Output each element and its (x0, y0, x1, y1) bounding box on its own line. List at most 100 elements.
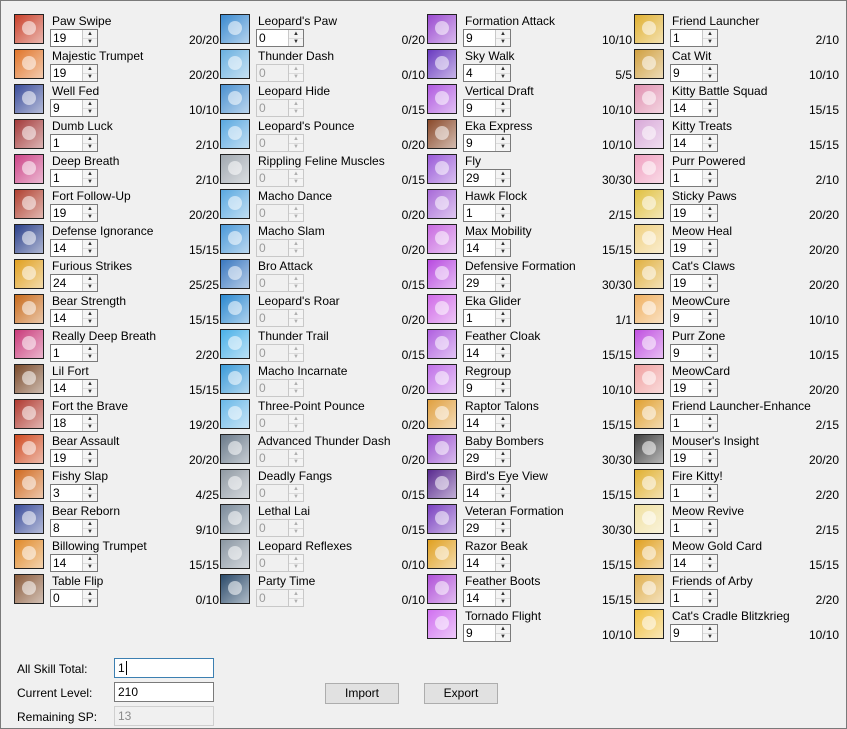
skill-level-stepper[interactable]: 1 ▲ ▼ (670, 414, 718, 432)
skill-level-stepper[interactable]: 3 ▲ ▼ (50, 484, 98, 502)
spin-down-icon[interactable]: ▼ (496, 388, 510, 396)
spin-down-icon[interactable]: ▼ (83, 388, 97, 396)
skill-level-stepper[interactable]: 14 ▲ ▼ (670, 134, 718, 152)
spin-down-icon[interactable]: ▼ (83, 318, 97, 326)
current-level-field[interactable]: 210 (114, 682, 214, 702)
all-skill-total-field[interactable]: 1 (114, 658, 214, 678)
skill-level-stepper[interactable]: 19 ▲ ▼ (50, 29, 98, 47)
skill-level-stepper[interactable]: 14 ▲ ▼ (50, 554, 98, 572)
spin-down-icon[interactable]: ▼ (496, 73, 510, 81)
skill-level-stepper[interactable]: 1 ▲ ▼ (463, 204, 511, 222)
skill-level-stepper[interactable]: 14 ▲ ▼ (50, 239, 98, 257)
skill-level-stepper[interactable]: 4 ▲ ▼ (463, 64, 511, 82)
spin-down-icon[interactable]: ▼ (703, 388, 717, 396)
spin-down-icon[interactable]: ▼ (703, 318, 717, 326)
spin-down-icon[interactable]: ▼ (83, 108, 97, 116)
spin-down-icon[interactable]: ▼ (496, 353, 510, 361)
skill-level-stepper[interactable]: 9 ▲ ▼ (463, 29, 511, 47)
skill-level-stepper[interactable]: 0 ▲ ▼ (256, 29, 304, 47)
skill-level-stepper[interactable]: 14 ▲ ▼ (463, 484, 511, 502)
skill-level-stepper[interactable]: 14 ▲ ▼ (50, 309, 98, 327)
skill-level-stepper[interactable]: 19 ▲ ▼ (50, 64, 98, 82)
skill-level-stepper[interactable]: 0 ▲ ▼ (50, 589, 98, 607)
skill-level-stepper[interactable]: 14 ▲ ▼ (670, 554, 718, 572)
spin-down-icon[interactable]: ▼ (496, 493, 510, 501)
spin-down-icon[interactable]: ▼ (703, 73, 717, 81)
spin-down-icon[interactable]: ▼ (703, 353, 717, 361)
spin-down-icon[interactable]: ▼ (703, 143, 717, 151)
skill-level-stepper[interactable]: 1 ▲ ▼ (50, 134, 98, 152)
spin-down-icon[interactable]: ▼ (496, 178, 510, 186)
spin-down-icon[interactable]: ▼ (83, 493, 97, 501)
skill-level-stepper[interactable]: 9 ▲ ▼ (50, 99, 98, 117)
spin-down-icon[interactable]: ▼ (703, 423, 717, 431)
skill-level-stepper[interactable]: 9 ▲ ▼ (463, 379, 511, 397)
skill-level-stepper[interactable]: 9 ▲ ▼ (670, 344, 718, 362)
spin-down-icon[interactable]: ▼ (83, 353, 97, 361)
spin-down-icon[interactable]: ▼ (496, 213, 510, 221)
spin-down-icon[interactable]: ▼ (703, 108, 717, 116)
skill-level-stepper[interactable]: 1 ▲ ▼ (463, 309, 511, 327)
skill-level-stepper[interactable]: 19 ▲ ▼ (670, 204, 718, 222)
skill-level-stepper[interactable]: 29 ▲ ▼ (463, 519, 511, 537)
spin-down-icon[interactable]: ▼ (496, 143, 510, 151)
skill-level-stepper[interactable]: 29 ▲ ▼ (463, 274, 511, 292)
spin-down-icon[interactable]: ▼ (703, 458, 717, 466)
spin-down-icon[interactable]: ▼ (83, 283, 97, 291)
spin-down-icon[interactable]: ▼ (496, 458, 510, 466)
spin-down-icon[interactable]: ▼ (703, 633, 717, 641)
skill-level-stepper[interactable]: 1 ▲ ▼ (670, 589, 718, 607)
skill-level-stepper[interactable]: 14 ▲ ▼ (463, 554, 511, 572)
skill-level-stepper[interactable]: 14 ▲ ▼ (670, 99, 718, 117)
skill-level-stepper[interactable]: 29 ▲ ▼ (463, 449, 511, 467)
spin-down-icon[interactable]: ▼ (496, 633, 510, 641)
spin-down-icon[interactable]: ▼ (496, 598, 510, 606)
skill-level-stepper[interactable]: 1 ▲ ▼ (50, 169, 98, 187)
spin-down-icon[interactable]: ▼ (703, 283, 717, 291)
skill-level-stepper[interactable]: 1 ▲ ▼ (670, 519, 718, 537)
skill-level-stepper[interactable]: 8 ▲ ▼ (50, 519, 98, 537)
spin-down-icon[interactable]: ▼ (496, 248, 510, 256)
skill-level-stepper[interactable]: 19 ▲ ▼ (670, 274, 718, 292)
spin-down-icon[interactable]: ▼ (703, 38, 717, 46)
export-button[interactable]: Export (424, 683, 498, 704)
spin-down-icon[interactable]: ▼ (83, 458, 97, 466)
skill-level-stepper[interactable]: 19 ▲ ▼ (670, 379, 718, 397)
skill-level-stepper[interactable]: 19 ▲ ▼ (670, 239, 718, 257)
spin-down-icon[interactable]: ▼ (83, 563, 97, 571)
skill-level-stepper[interactable]: 1 ▲ ▼ (670, 484, 718, 502)
spin-down-icon[interactable]: ▼ (496, 563, 510, 571)
skill-level-stepper[interactable]: 9 ▲ ▼ (463, 134, 511, 152)
skill-level-stepper[interactable]: 9 ▲ ▼ (463, 624, 511, 642)
spin-down-icon[interactable]: ▼ (83, 143, 97, 151)
spin-down-icon[interactable]: ▼ (703, 248, 717, 256)
skill-level-stepper[interactable]: 9 ▲ ▼ (670, 64, 718, 82)
spin-down-icon[interactable]: ▼ (83, 423, 97, 431)
skill-level-stepper[interactable]: 19 ▲ ▼ (50, 204, 98, 222)
spin-down-icon[interactable]: ▼ (703, 178, 717, 186)
spin-down-icon[interactable]: ▼ (703, 493, 717, 501)
spin-down-icon[interactable]: ▼ (496, 528, 510, 536)
skill-level-stepper[interactable]: 9 ▲ ▼ (670, 624, 718, 642)
import-button[interactable]: Import (325, 683, 399, 704)
spin-down-icon[interactable]: ▼ (83, 213, 97, 221)
spin-down-icon[interactable]: ▼ (496, 38, 510, 46)
skill-level-stepper[interactable]: 18 ▲ ▼ (50, 414, 98, 432)
spin-down-icon[interactable]: ▼ (83, 248, 97, 256)
spin-down-icon[interactable]: ▼ (496, 423, 510, 431)
spin-down-icon[interactable]: ▼ (703, 563, 717, 571)
spin-down-icon[interactable]: ▼ (703, 598, 717, 606)
skill-level-stepper[interactable]: 14 ▲ ▼ (463, 344, 511, 362)
skill-level-stepper[interactable]: 14 ▲ ▼ (463, 239, 511, 257)
skill-level-stepper[interactable]: 1 ▲ ▼ (50, 344, 98, 362)
spin-down-icon[interactable]: ▼ (83, 528, 97, 536)
skill-level-stepper[interactable]: 19 ▲ ▼ (50, 449, 98, 467)
spin-down-icon[interactable]: ▼ (83, 73, 97, 81)
skill-level-stepper[interactable]: 1 ▲ ▼ (670, 169, 718, 187)
spin-down-icon[interactable]: ▼ (83, 38, 97, 46)
skill-level-stepper[interactable]: 29 ▲ ▼ (463, 169, 511, 187)
spin-down-icon[interactable]: ▼ (703, 213, 717, 221)
spin-down-icon[interactable]: ▼ (496, 108, 510, 116)
skill-level-stepper[interactable]: 9 ▲ ▼ (670, 309, 718, 327)
skill-level-stepper[interactable]: 1 ▲ ▼ (670, 29, 718, 47)
